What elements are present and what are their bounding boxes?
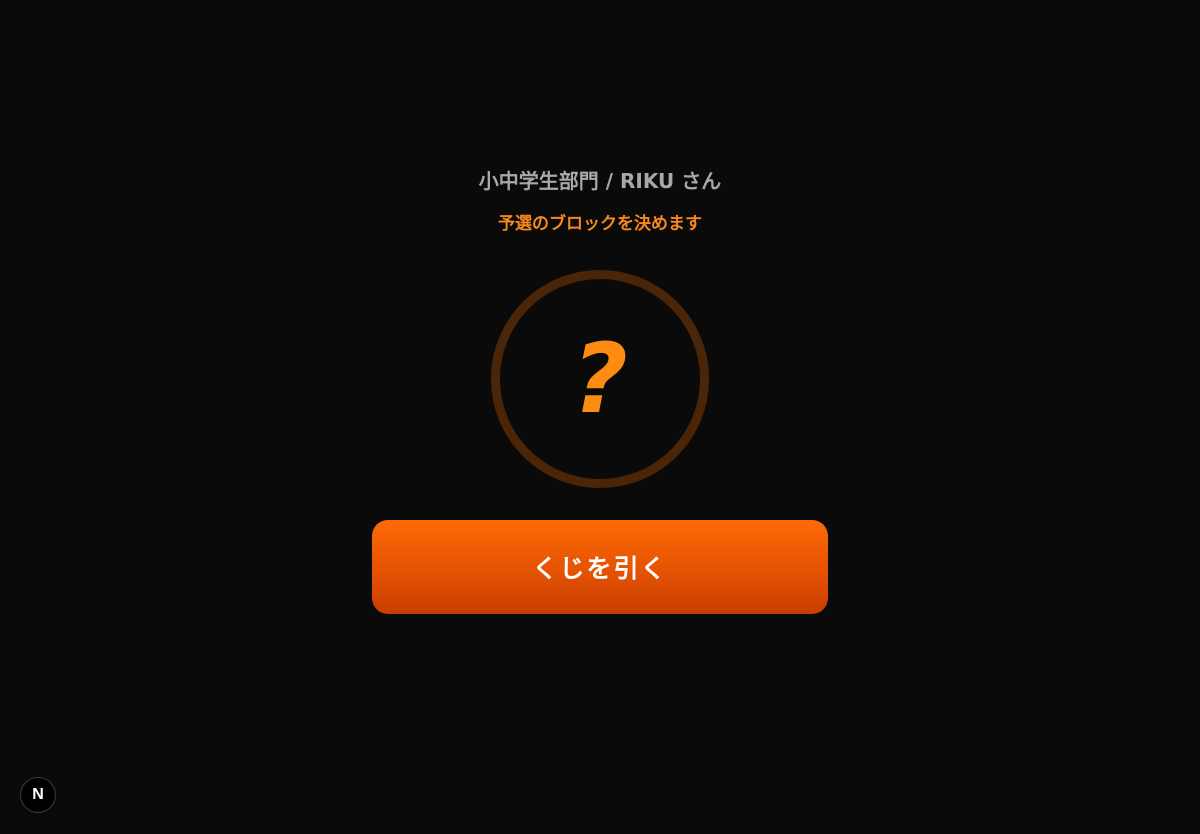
entrant-label: 小中学生部門 / RIKU さん [478, 169, 722, 193]
nextjs-logo-icon[interactable]: N [20, 777, 56, 813]
instruction-text: 予選のブロックを決めます [498, 214, 702, 234]
lottery-screen: 小中学生部門 / RIKU さん 予選のブロックを決めます ? くじを引く N [0, 0, 1200, 834]
result-slot: ? [491, 270, 709, 488]
question-mark-icon: ? [572, 323, 628, 435]
draw-lottery-button[interactable]: くじを引く [372, 520, 828, 614]
